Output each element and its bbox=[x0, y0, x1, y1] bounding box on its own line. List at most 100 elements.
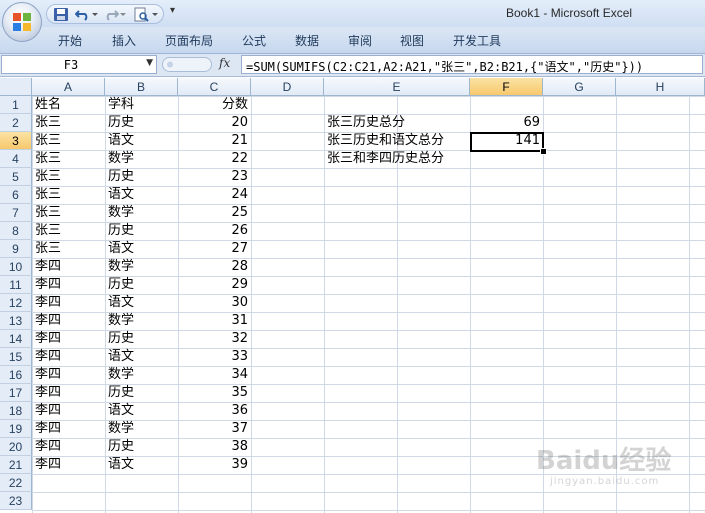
cell-a9[interactable]: 张三 bbox=[32, 240, 105, 258]
row-header-14[interactable]: 14 bbox=[0, 330, 32, 348]
cell-b2[interactable]: 历史 bbox=[105, 114, 178, 132]
cell-a1[interactable]: 姓名 bbox=[32, 96, 105, 114]
row-header-13[interactable]: 13 bbox=[0, 312, 32, 330]
undo-icon[interactable] bbox=[75, 7, 91, 22]
row-header-18[interactable]: 18 bbox=[0, 402, 32, 420]
cell-c13[interactable]: 31 bbox=[178, 312, 251, 330]
cell-a21[interactable]: 李四 bbox=[32, 456, 105, 474]
cell-e15[interactable] bbox=[324, 348, 470, 366]
office-button[interactable] bbox=[2, 2, 42, 42]
cell-c17[interactable]: 35 bbox=[178, 384, 251, 402]
cell-b10[interactable]: 数学 bbox=[105, 258, 178, 276]
cell-b22[interactable] bbox=[105, 474, 178, 492]
cell-e2[interactable]: 张三历史总分 bbox=[324, 114, 470, 132]
cell-f7[interactable] bbox=[470, 204, 543, 222]
row-header-20[interactable]: 20 bbox=[0, 438, 32, 456]
row-header-12[interactable]: 12 bbox=[0, 294, 32, 312]
cell-e21[interactable] bbox=[324, 456, 470, 474]
tab-review[interactable]: 审阅 bbox=[348, 32, 372, 49]
cell-f21[interactable] bbox=[470, 456, 543, 474]
cell-b20[interactable]: 历史 bbox=[105, 438, 178, 456]
formula-input[interactable]: =SUM(SUMIFS(C2:C21,A2:A21,"张三",B2:B21,{"… bbox=[241, 55, 703, 74]
cell-b18[interactable]: 语文 bbox=[105, 402, 178, 420]
cell-f6[interactable] bbox=[470, 186, 543, 204]
cell-b21[interactable]: 语文 bbox=[105, 456, 178, 474]
cell-c7[interactable]: 25 bbox=[178, 204, 251, 222]
row-header-17[interactable]: 17 bbox=[0, 384, 32, 402]
cell-b15[interactable]: 语文 bbox=[105, 348, 178, 366]
cell-a15[interactable]: 李四 bbox=[32, 348, 105, 366]
cell-c2[interactable]: 20 bbox=[178, 114, 251, 132]
cell-f23[interactable] bbox=[470, 492, 543, 510]
cell-e22[interactable] bbox=[324, 474, 470, 492]
cell-f12[interactable] bbox=[470, 294, 543, 312]
cell-a23[interactable] bbox=[32, 492, 105, 510]
column-header-b[interactable]: B bbox=[105, 78, 178, 96]
tab-view[interactable]: 视图 bbox=[400, 32, 424, 49]
cell-b4[interactable]: 数学 bbox=[105, 150, 178, 168]
cell-c4[interactable]: 22 bbox=[178, 150, 251, 168]
cell-f1[interactable] bbox=[470, 96, 543, 114]
cell-e10[interactable] bbox=[324, 258, 470, 276]
cell-b11[interactable]: 历史 bbox=[105, 276, 178, 294]
cell-f18[interactable] bbox=[470, 402, 543, 420]
cell-e6[interactable] bbox=[324, 186, 470, 204]
cell-c15[interactable]: 33 bbox=[178, 348, 251, 366]
cell-c22[interactable] bbox=[178, 474, 251, 492]
name-box[interactable]: F3 ▼ bbox=[1, 55, 157, 74]
cell-e14[interactable] bbox=[324, 330, 470, 348]
row-header-16[interactable]: 16 bbox=[0, 366, 32, 384]
row-header-4[interactable]: 4 bbox=[0, 150, 32, 168]
cell-e1[interactable] bbox=[324, 96, 470, 114]
name-box-dropdown-icon[interactable]: ▼ bbox=[146, 58, 153, 68]
cell-f22[interactable] bbox=[470, 474, 543, 492]
cell-a6[interactable]: 张三 bbox=[32, 186, 105, 204]
cell-b17[interactable]: 历史 bbox=[105, 384, 178, 402]
cell-e16[interactable] bbox=[324, 366, 470, 384]
cell-c19[interactable]: 37 bbox=[178, 420, 251, 438]
cell-e17[interactable] bbox=[324, 384, 470, 402]
row-header-23[interactable]: 23 bbox=[0, 492, 32, 510]
row-header-2[interactable]: 2 bbox=[0, 114, 32, 132]
cell-c23[interactable] bbox=[178, 492, 251, 510]
cell-a22[interactable] bbox=[32, 474, 105, 492]
cell-a4[interactable]: 张三 bbox=[32, 150, 105, 168]
row-header-21[interactable]: 21 bbox=[0, 456, 32, 474]
cell-e11[interactable] bbox=[324, 276, 470, 294]
cell-c6[interactable]: 24 bbox=[178, 186, 251, 204]
cell-c16[interactable]: 34 bbox=[178, 366, 251, 384]
cell-e4[interactable]: 张三和李四历史总分 bbox=[324, 150, 470, 168]
cell-c14[interactable]: 32 bbox=[178, 330, 251, 348]
fill-handle[interactable] bbox=[540, 148, 547, 155]
cell-f14[interactable] bbox=[470, 330, 543, 348]
cell-a20[interactable]: 李四 bbox=[32, 438, 105, 456]
cell-f5[interactable] bbox=[470, 168, 543, 186]
cell-b9[interactable]: 语文 bbox=[105, 240, 178, 258]
row-header-22[interactable]: 22 bbox=[0, 474, 32, 492]
customize-qat-button[interactable]: ▾ bbox=[170, 5, 175, 16]
cell-f20[interactable] bbox=[470, 438, 543, 456]
cell-f19[interactable] bbox=[470, 420, 543, 438]
cell-e19[interactable] bbox=[324, 420, 470, 438]
cell-f16[interactable] bbox=[470, 366, 543, 384]
insert-function-icon[interactable]: fx bbox=[219, 56, 230, 70]
column-header-g[interactable]: G bbox=[543, 78, 616, 96]
cell-b8[interactable]: 历史 bbox=[105, 222, 178, 240]
row-header-1[interactable]: 1 bbox=[0, 96, 32, 114]
row-header-11[interactable]: 11 bbox=[0, 276, 32, 294]
cell-b23[interactable] bbox=[105, 492, 178, 510]
cell-e23[interactable] bbox=[324, 492, 470, 510]
column-header-h[interactable]: H bbox=[616, 78, 705, 96]
tab-data[interactable]: 数据 bbox=[295, 32, 319, 49]
cell-e20[interactable] bbox=[324, 438, 470, 456]
cell-c12[interactable]: 30 bbox=[178, 294, 251, 312]
print-preview-icon[interactable] bbox=[133, 7, 149, 22]
cell-a5[interactable]: 张三 bbox=[32, 168, 105, 186]
tab-insert[interactable]: 插入 bbox=[112, 32, 136, 49]
cell-e7[interactable] bbox=[324, 204, 470, 222]
column-header-c[interactable]: C bbox=[178, 78, 251, 96]
cell-c1[interactable]: 分数 bbox=[178, 96, 251, 114]
qat-dropdown-icon[interactable] bbox=[151, 7, 159, 22]
cell-a12[interactable]: 李四 bbox=[32, 294, 105, 312]
cell-e9[interactable] bbox=[324, 240, 470, 258]
